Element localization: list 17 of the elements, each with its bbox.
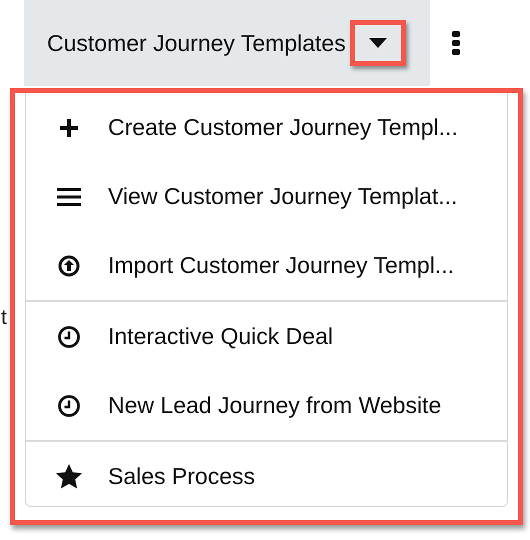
upload-circle-icon <box>58 254 80 276</box>
dropdown-button[interactable] <box>350 20 406 66</box>
background-text: t <box>1 306 7 330</box>
menu-item[interactable]: Interactive Quick Deal <box>26 302 507 371</box>
clock-icon <box>57 324 81 348</box>
menu-item[interactable]: Import Customer Journey Templ... <box>26 231 507 300</box>
star-icon <box>56 464 82 489</box>
kebab-icon <box>452 31 460 55</box>
page-title: Customer Journey Templates <box>47 30 346 56</box>
menu-item[interactable]: View Customer Journey Templat... <box>26 162 507 231</box>
menu-item[interactable]: Sales Process <box>26 442 507 511</box>
plus-icon <box>59 118 79 138</box>
clock-icon <box>57 394 81 418</box>
menu-item[interactable]: Create Customer Journey Templ... <box>26 93 507 162</box>
menu-item[interactable]: New Lead Journey from Website <box>26 371 507 440</box>
menu-icon <box>57 186 81 206</box>
caret-icon <box>368 38 387 48</box>
